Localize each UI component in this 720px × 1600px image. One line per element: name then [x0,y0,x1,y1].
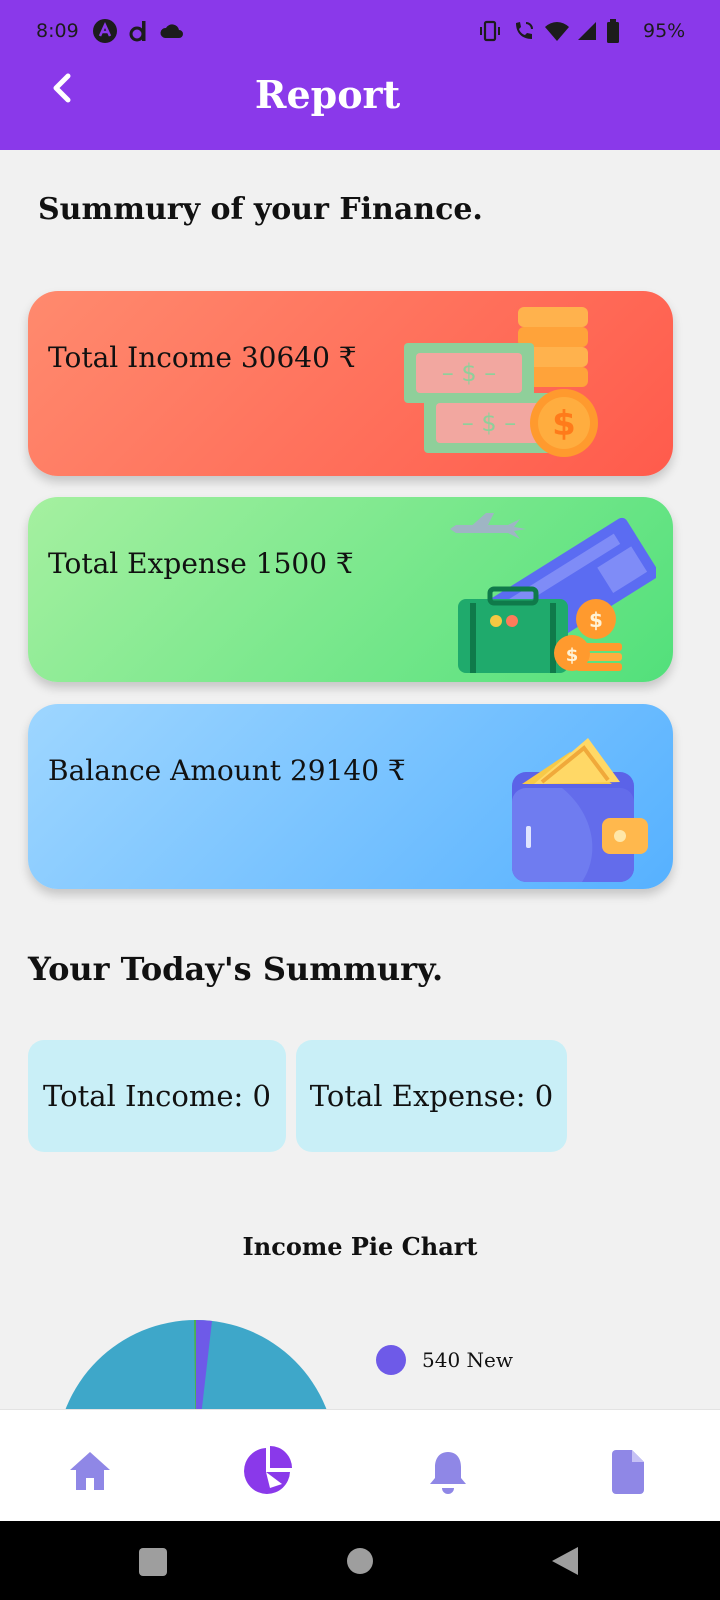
total-income-label: Total Income 30640 ₹ [48,341,357,374]
app-header: 8:09 95% Report [0,0,720,150]
total-expense-label: Total Expense 1500 ₹ [48,547,354,580]
vibrate-icon [478,18,502,44]
total-income-card[interactable]: Total Income 30640 ₹ – $ – – $ – $ [28,291,673,476]
svg-text:– $ –: – $ – [442,359,497,387]
nav-home[interactable] [66,1448,114,1496]
home-circle-icon[interactable] [346,1547,374,1575]
today-income-box: Total Income: 0 [28,1040,286,1152]
svg-text:$: $ [552,404,576,444]
today-expense-label: Total Expense: 0 [309,1079,554,1113]
battery-icon [606,18,620,44]
svg-text:$: $ [566,645,579,666]
svg-text:– $ –: – $ – [462,409,517,437]
status-bar: 8:09 95% [0,0,720,62]
signal-icon [576,18,598,44]
chart-title: Income Pie Chart [242,1232,478,1261]
chart-legend: 540 New [376,1345,513,1375]
cloud-icon [160,18,184,44]
nav-report[interactable] [240,1444,294,1498]
income-pie-chart [65,1320,327,1410]
home-icon [70,1452,110,1490]
app-a-icon [92,18,118,44]
today-summary-heading: Your Today's Summury. [28,950,444,988]
back-triangle-icon[interactable] [550,1545,580,1577]
bottom-navigation [0,1409,720,1521]
svg-text:$: $ [589,608,603,632]
wifi-call-icon [512,18,536,44]
pie-chart-icon [244,1446,292,1494]
bell-icon [430,1452,466,1494]
nav-notifications[interactable] [424,1448,472,1496]
nav-documents[interactable] [604,1448,652,1496]
wallet-icon [512,738,648,882]
today-expense-box: Total Expense: 0 [296,1040,567,1152]
balance-amount-label: Balance Amount 29140 ₹ [48,754,406,787]
finance-summary-heading: Summury of your Finance. [38,192,483,227]
battery-percentage: 95% [643,20,686,42]
total-expense-card[interactable]: Total Expense 1500 ₹ $ $ [28,497,673,682]
recents-icon[interactable] [138,1547,168,1577]
wifi-icon [544,18,570,44]
system-navigation-bar [0,1521,720,1600]
app-d-icon [128,18,148,44]
legend-swatch [376,1345,406,1375]
balance-amount-card[interactable]: Balance Amount 29140 ₹ [28,704,673,889]
status-time: 8:09 [36,20,79,42]
today-income-label: Total Income: 0 [43,1079,271,1113]
travel-expense-icon: $ $ [450,513,656,673]
legend-label: 540 New [422,1348,513,1372]
document-icon [612,1450,644,1494]
page-title: Report [254,72,401,117]
money-coins-icon: – $ – – $ – $ [404,307,598,457]
